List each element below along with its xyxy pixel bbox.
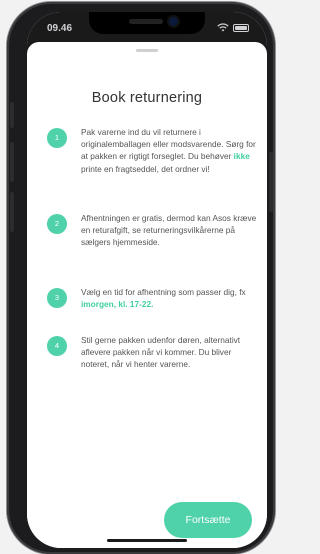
return-booking-sheet: Book returnering 1 Pak varerne ind du vi… — [27, 42, 267, 548]
volume-down-button — [10, 192, 14, 232]
step-text: Afhentningen er gratis, dermod kan Asos … — [81, 213, 257, 248]
home-indicator[interactable] — [107, 539, 187, 542]
step-text: Vælg en tid for afhentning som passer di… — [81, 287, 246, 310]
wifi-icon — [217, 23, 229, 32]
battery-icon — [233, 23, 249, 32]
step-number-badge: 1 — [47, 128, 67, 148]
speaker — [129, 19, 163, 24]
status-time: 09.46 — [47, 23, 73, 34]
phone-frame: 09.46 Book returnering 1 Pak varerne ind… — [7, 2, 275, 554]
continue-button[interactable]: Fortsætte — [164, 502, 252, 538]
volume-up-button — [10, 142, 14, 182]
highlight-text: imorgen, kl. 17-22. — [81, 299, 154, 310]
notch — [89, 12, 205, 34]
step-number-badge: 2 — [47, 214, 67, 234]
screen: 09.46 Book returnering 1 Pak varerne ind… — [27, 12, 267, 548]
sheet-grabber-handle[interactable] — [136, 49, 158, 52]
power-button — [269, 152, 273, 212]
mute-switch — [10, 102, 14, 128]
front-camera — [169, 17, 178, 26]
step-number-badge: 4 — [47, 336, 67, 356]
highlight-text: ikke — [233, 151, 250, 162]
page-title: Book returnering — [91, 90, 203, 106]
step-number-badge: 3 — [47, 288, 67, 308]
step-text: Stil gerne pakken udenfor døren, alterna… — [81, 335, 241, 370]
step-text: Pak varerne ind du vil returnere i origi… — [81, 127, 256, 174]
status-icons — [217, 23, 249, 32]
